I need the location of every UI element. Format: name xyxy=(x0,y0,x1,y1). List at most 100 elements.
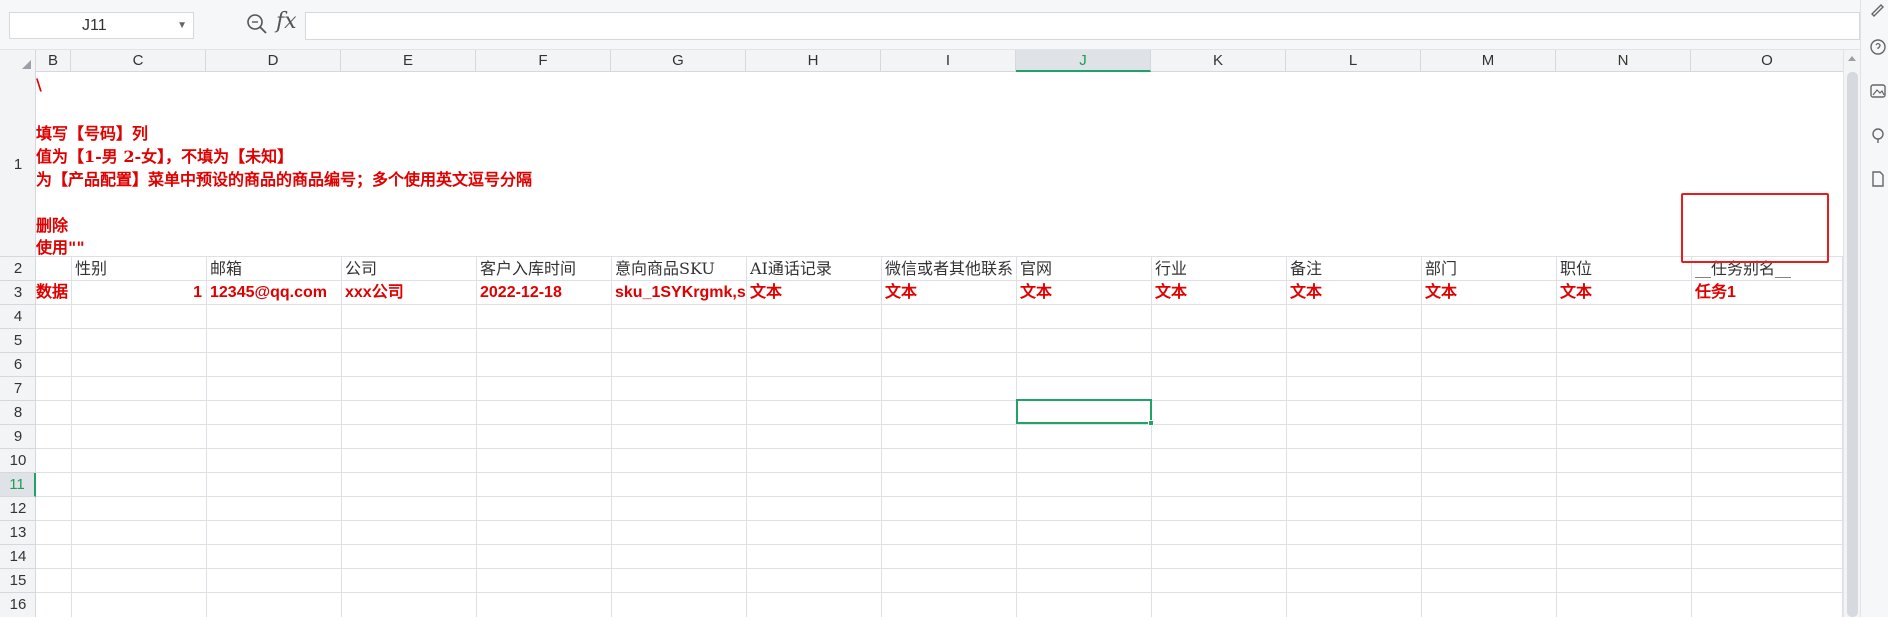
zoom-search-icon[interactable] xyxy=(244,11,270,37)
header-cell-ai-call[interactable]: AI通话记录 xyxy=(746,257,881,281)
data-cell-sku[interactable]: sku_1SYKrgmk,sku xyxy=(611,281,746,305)
header-cell-sku[interactable]: 意向商品SKU xyxy=(611,257,746,281)
row-header-3[interactable]: 3 xyxy=(0,281,36,305)
row-header-2[interactable]: 2 xyxy=(0,257,36,281)
edit-icon[interactable] xyxy=(1869,0,1887,18)
column-header-M[interactable]: M xyxy=(1421,50,1556,72)
column-header-I[interactable]: I xyxy=(881,50,1016,72)
row-header-4[interactable]: 4 xyxy=(0,305,36,329)
column-header-B[interactable]: B xyxy=(36,50,71,72)
scroll-up-arrow-icon[interactable] xyxy=(1848,56,1856,61)
column-header-H[interactable]: H xyxy=(746,50,881,72)
image-icon[interactable] xyxy=(1869,82,1887,100)
grid-line xyxy=(1556,257,1557,617)
row-header-15[interactable]: 15 xyxy=(0,569,36,593)
header-cell-wechat[interactable]: 微信或者其他联系 xyxy=(881,257,1016,281)
header-cell-industry[interactable]: 行业 xyxy=(1151,257,1286,281)
data-cell-remark[interactable]: 文本 xyxy=(1286,281,1421,305)
header-cell-company[interactable]: 公司 xyxy=(341,257,476,281)
column-header-F[interactable]: F xyxy=(476,50,611,72)
header-cell-department[interactable]: 部门 xyxy=(1421,257,1556,281)
help-icon[interactable] xyxy=(1869,38,1887,56)
data-cell-gender[interactable]: 1 xyxy=(71,281,206,305)
data-cell-task-alias[interactable]: 任务1 xyxy=(1691,281,1842,305)
data-cell-email[interactable]: 12345@qq.com xyxy=(206,281,341,305)
data-cell-ai-call[interactable]: 文本 xyxy=(746,281,881,305)
row-header-column: 1 2 3 4 5 6 7 8 9 10 11 12 13 14 15 16 xyxy=(0,72,36,617)
fill-handle[interactable] xyxy=(1148,420,1154,426)
row-header-9[interactable]: 9 xyxy=(0,425,36,449)
row-header-8[interactable]: 8 xyxy=(0,401,36,425)
grid-line xyxy=(36,328,1843,329)
scrollbar-thumb[interactable] xyxy=(1847,72,1858,617)
formula-input[interactable] xyxy=(305,12,1860,40)
data-cell-B3[interactable]: 数据 xyxy=(36,281,71,305)
header-cell-entry-time[interactable]: 客户入库时间 xyxy=(476,257,611,281)
note-line-1: \ xyxy=(36,75,42,94)
row-header-13[interactable]: 13 xyxy=(0,521,36,545)
select-all-corner[interactable] xyxy=(0,50,36,72)
grid-line xyxy=(36,568,1843,569)
grid-line xyxy=(36,472,1843,473)
sheet-grid[interactable]: \ 填写【号码】列 值为【1-男 2-女】，不填为【未知】 为【产品配置】菜单中… xyxy=(36,72,1843,617)
note-line-2: 填写【号码】列 xyxy=(36,124,149,143)
header-cell-gender[interactable]: 性别 xyxy=(71,257,206,281)
data-cell-wechat[interactable]: 文本 xyxy=(881,281,1016,305)
formula-bar: J11 ▼ fx xyxy=(0,0,1860,50)
column-header-K[interactable]: K xyxy=(1151,50,1286,72)
grid-line xyxy=(36,376,1843,377)
data-cell-department[interactable]: 文本 xyxy=(1421,281,1556,305)
grid-line xyxy=(341,257,342,617)
select-all-icon xyxy=(22,60,31,69)
row-header-10[interactable]: 10 xyxy=(0,449,36,473)
grid-line xyxy=(1691,257,1692,617)
chevron-down-icon[interactable]: ▼ xyxy=(177,13,187,38)
column-header-D[interactable]: D xyxy=(206,50,341,72)
data-cell-website[interactable]: 文本 xyxy=(1016,281,1151,305)
grid-line xyxy=(1421,257,1422,617)
column-header-E[interactable]: E xyxy=(341,50,476,72)
name-box[interactable]: J11 ▼ xyxy=(9,12,194,39)
grid-line xyxy=(611,257,612,617)
grid-line xyxy=(881,257,882,617)
column-header-N[interactable]: N xyxy=(1556,50,1691,72)
data-cell-position[interactable]: 文本 xyxy=(1556,281,1691,305)
row-header-16[interactable]: 16 xyxy=(0,593,36,617)
grid-line xyxy=(476,257,477,617)
data-cell-entry-time[interactable]: 2022-12-18 xyxy=(476,281,611,305)
row-header-5[interactable]: 5 xyxy=(0,329,36,353)
active-cell-selection[interactable] xyxy=(1016,399,1154,426)
column-header-O[interactable]: O xyxy=(1691,50,1843,72)
fx-function-icon[interactable]: fx xyxy=(276,9,297,34)
row-header-6[interactable]: 6 xyxy=(0,353,36,377)
grid-line xyxy=(36,520,1843,521)
column-header-row: B C D E F G H I J K L M N O xyxy=(0,50,1843,72)
column-header-C[interactable]: C xyxy=(71,50,206,72)
grid-line xyxy=(1286,257,1287,617)
column-header-G[interactable]: G xyxy=(611,50,746,72)
row-header-11[interactable]: 11 xyxy=(0,473,36,497)
document-icon[interactable] xyxy=(1869,170,1887,188)
header-cell-remark[interactable]: 备注 xyxy=(1286,257,1421,281)
column-header-L[interactable]: L xyxy=(1286,50,1421,72)
location-icon[interactable] xyxy=(1869,126,1887,144)
column-header-J[interactable]: J xyxy=(1016,50,1151,72)
header-cell-email[interactable]: 邮箱 xyxy=(206,257,341,281)
data-cell-industry[interactable]: 文本 xyxy=(1151,281,1286,305)
annotation-highlight-box xyxy=(1681,193,1829,263)
right-side-toolbar xyxy=(1860,0,1888,617)
row-header-1[interactable]: 1 xyxy=(0,72,36,257)
row-header-14[interactable]: 14 xyxy=(0,545,36,569)
row-header-12[interactable]: 12 xyxy=(0,497,36,521)
vertical-scrollbar[interactable] xyxy=(1843,50,1860,617)
grid-line xyxy=(36,544,1843,545)
data-cell-company[interactable]: xxx公司 xyxy=(341,281,476,305)
note-line-6: 使用"" xyxy=(36,238,85,257)
note-line-4: 为【产品配置】菜单中预设的商品的商品编号；多个使用英文逗号分隔 xyxy=(36,170,533,189)
row-header-7[interactable]: 7 xyxy=(0,377,36,401)
grid-line xyxy=(36,424,1843,425)
header-cell-position[interactable]: 职位 xyxy=(1556,257,1691,281)
grid-line xyxy=(71,257,72,617)
header-cell-website[interactable]: 官网 xyxy=(1016,257,1151,281)
grid-line xyxy=(36,496,1843,497)
